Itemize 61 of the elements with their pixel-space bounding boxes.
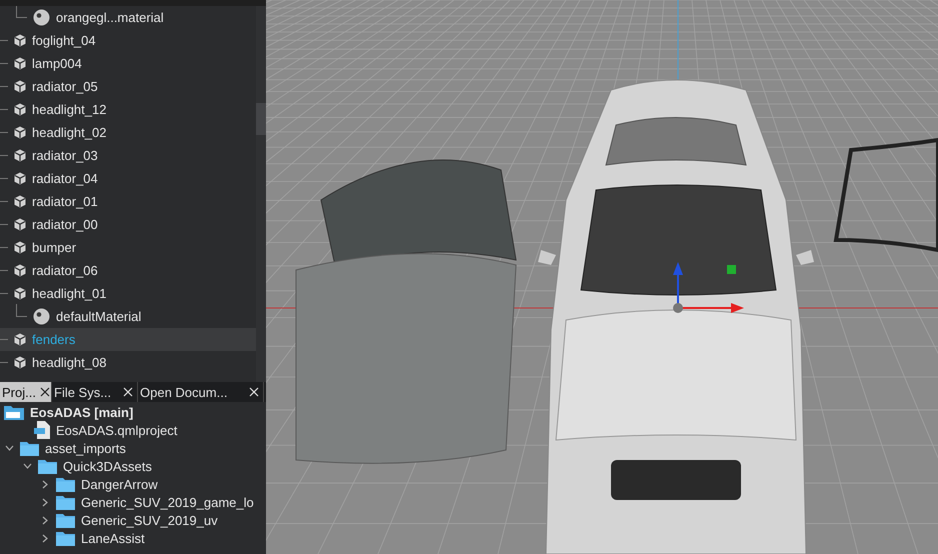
tree-item[interactable]: bumper [0, 236, 256, 259]
cube-icon [14, 172, 26, 185]
tree-item[interactable]: headlight_12 [0, 98, 256, 121]
tree-item[interactable]: DangerArrow [0, 475, 266, 493]
folder-icon [56, 476, 75, 492]
tree-item[interactable]: radiator_05 [0, 75, 256, 98]
panel-tab[interactable]: Open Docum... [138, 382, 264, 402]
sphere-icon [33, 9, 50, 26]
chevron-down-icon[interactable] [4, 445, 14, 451]
cube-icon [14, 287, 26, 300]
cube-icon [14, 149, 26, 162]
chevron-down-icon[interactable] [22, 463, 32, 469]
folder-icon [56, 530, 75, 546]
chevron-right-icon[interactable] [42, 534, 48, 542]
chevron-right-icon[interactable] [42, 498, 48, 506]
tree-item[interactable]: headlight_08 [0, 351, 256, 374]
folder-icon [38, 458, 57, 474]
tree-item[interactable]: radiator_01 [0, 190, 256, 213]
cube-icon [14, 57, 26, 70]
folder-icon [56, 494, 75, 510]
cube-icon [14, 195, 26, 208]
tree-item[interactable]: asset_imports [0, 439, 266, 457]
cube-icon [14, 356, 26, 369]
tree-item[interactable]: radiator_06 [0, 259, 256, 282]
tree-item[interactable]: lamp004 [0, 52, 256, 75]
cube-icon [14, 34, 26, 47]
tree-item[interactable]: foglight_04 [0, 29, 256, 52]
panel-tab[interactable]: File Sys... [52, 382, 138, 402]
tree-item[interactable]: EosADAS.qmlproject [0, 421, 266, 439]
tree-item[interactable]: Generic_SUV_2019_game_lo [0, 493, 266, 511]
cube-icon [14, 333, 26, 346]
tree-item[interactable]: EosADAS [main] [0, 403, 266, 421]
tree-item[interactable]: radiator_04 [0, 167, 256, 190]
scrollbar-thumb[interactable] [256, 103, 266, 135]
cube-icon [14, 218, 26, 231]
chevron-right-icon[interactable] [42, 480, 48, 488]
chevron-right-icon[interactable] [42, 516, 48, 524]
file-icon [34, 421, 50, 439]
sphere-icon [33, 308, 50, 325]
close-icon[interactable] [40, 387, 50, 397]
cube-icon [14, 241, 26, 254]
cube-icon [14, 80, 26, 93]
tree-item[interactable]: LaneAssist [0, 529, 266, 547]
tree-item[interactable]: headlight_02 [0, 121, 256, 144]
tree-item[interactable]: radiator_00 [0, 213, 256, 236]
tree-item[interactable]: Quick3DAssets [0, 457, 266, 475]
cube-icon [14, 103, 26, 116]
cube-icon [14, 126, 26, 139]
panel-tab[interactable]: Proj... [0, 382, 52, 402]
tree-item[interactable]: orangegl...material [0, 6, 256, 29]
folder-icon [56, 512, 75, 528]
folder-icon [4, 404, 24, 420]
tree-item[interactable]: radiator_03 [0, 144, 256, 167]
tree-item[interactable]: fenders [0, 328, 256, 351]
tree-item[interactable]: defaultMaterial [0, 305, 256, 328]
move-gizmo-drawing [673, 262, 744, 313]
cube-icon [14, 264, 26, 277]
tree-item[interactable]: headlight_01 [0, 282, 256, 305]
scrollbar[interactable] [256, 6, 266, 382]
folder-icon [20, 440, 39, 456]
tree-item[interactable]: Generic_SUV_2019_uv [0, 511, 266, 529]
